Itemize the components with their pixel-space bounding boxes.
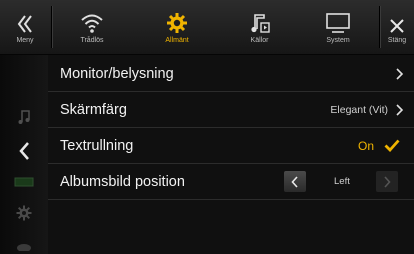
music-note-icon	[249, 0, 271, 34]
tab-tradlos-label: Trådlös	[80, 37, 104, 44]
setting-label: Albumsbild position	[60, 173, 185, 190]
option-value: Left	[334, 176, 350, 187]
tab-kallor-label: Källor	[250, 37, 269, 44]
chevron-left-icon	[291, 175, 298, 188]
sidebar-monitor-icon[interactable]	[0, 177, 48, 189]
sidebar-back-chevron-icon[interactable]	[0, 141, 48, 161]
tab-allmant-label: Allmänt	[165, 37, 189, 44]
sidebar-music-icon[interactable]	[0, 109, 48, 125]
setting-label: Monitor/belysning	[60, 65, 174, 82]
chevron-right-icon	[384, 175, 391, 188]
setting-value: Elegant (Vit)	[330, 103, 388, 116]
close-label: Stäng	[387, 37, 407, 44]
wifi-icon	[80, 0, 104, 34]
checkmark-icon[interactable]	[384, 139, 400, 157]
next-option-button[interactable]	[376, 171, 398, 192]
top-navigation-bar: Meny Trådlös Allmänt Källor System Stäng	[0, 0, 414, 55]
sidebar-disc-icon[interactable]	[0, 239, 48, 251]
tab-kallor[interactable]: Källor	[222, 0, 297, 54]
tab-tradlos[interactable]: Trådlös	[52, 0, 132, 54]
previous-option-button[interactable]	[284, 171, 306, 192]
setting-row-skarmfarg[interactable]: Skärmfärg Elegant (Vit)	[48, 92, 414, 128]
chevron-right-icon	[396, 67, 404, 85]
tab-allmant[interactable]: Allmänt	[132, 0, 222, 54]
menu-button[interactable]: Meny	[0, 0, 50, 54]
monitor-icon	[325, 0, 351, 34]
tab-system[interactable]: System	[297, 0, 379, 54]
setting-row-monitor-belysning[interactable]: Monitor/belysning	[48, 56, 414, 92]
gear-icon	[166, 0, 188, 34]
setting-label: Skärmfärg	[60, 101, 127, 118]
sidebar-gear-icon[interactable]	[0, 205, 48, 221]
toggle-state-text: On	[357, 138, 374, 153]
close-icon	[389, 0, 405, 34]
double-chevron-left-icon	[16, 0, 34, 34]
setting-label: Textrullning	[60, 137, 134, 154]
left-sidebar	[0, 55, 48, 254]
close-button[interactable]: Stäng	[380, 0, 414, 54]
setting-row-albumsbild-position[interactable]: Albumsbild position Left	[48, 164, 414, 200]
menu-label: Meny	[16, 37, 34, 44]
chevron-right-icon	[396, 103, 404, 121]
setting-row-textrullning[interactable]: Textrullning On	[48, 128, 414, 164]
settings-list: Monitor/belysning Skärmfärg Elegant (Vit…	[48, 56, 414, 200]
tab-system-label: System	[326, 37, 350, 44]
